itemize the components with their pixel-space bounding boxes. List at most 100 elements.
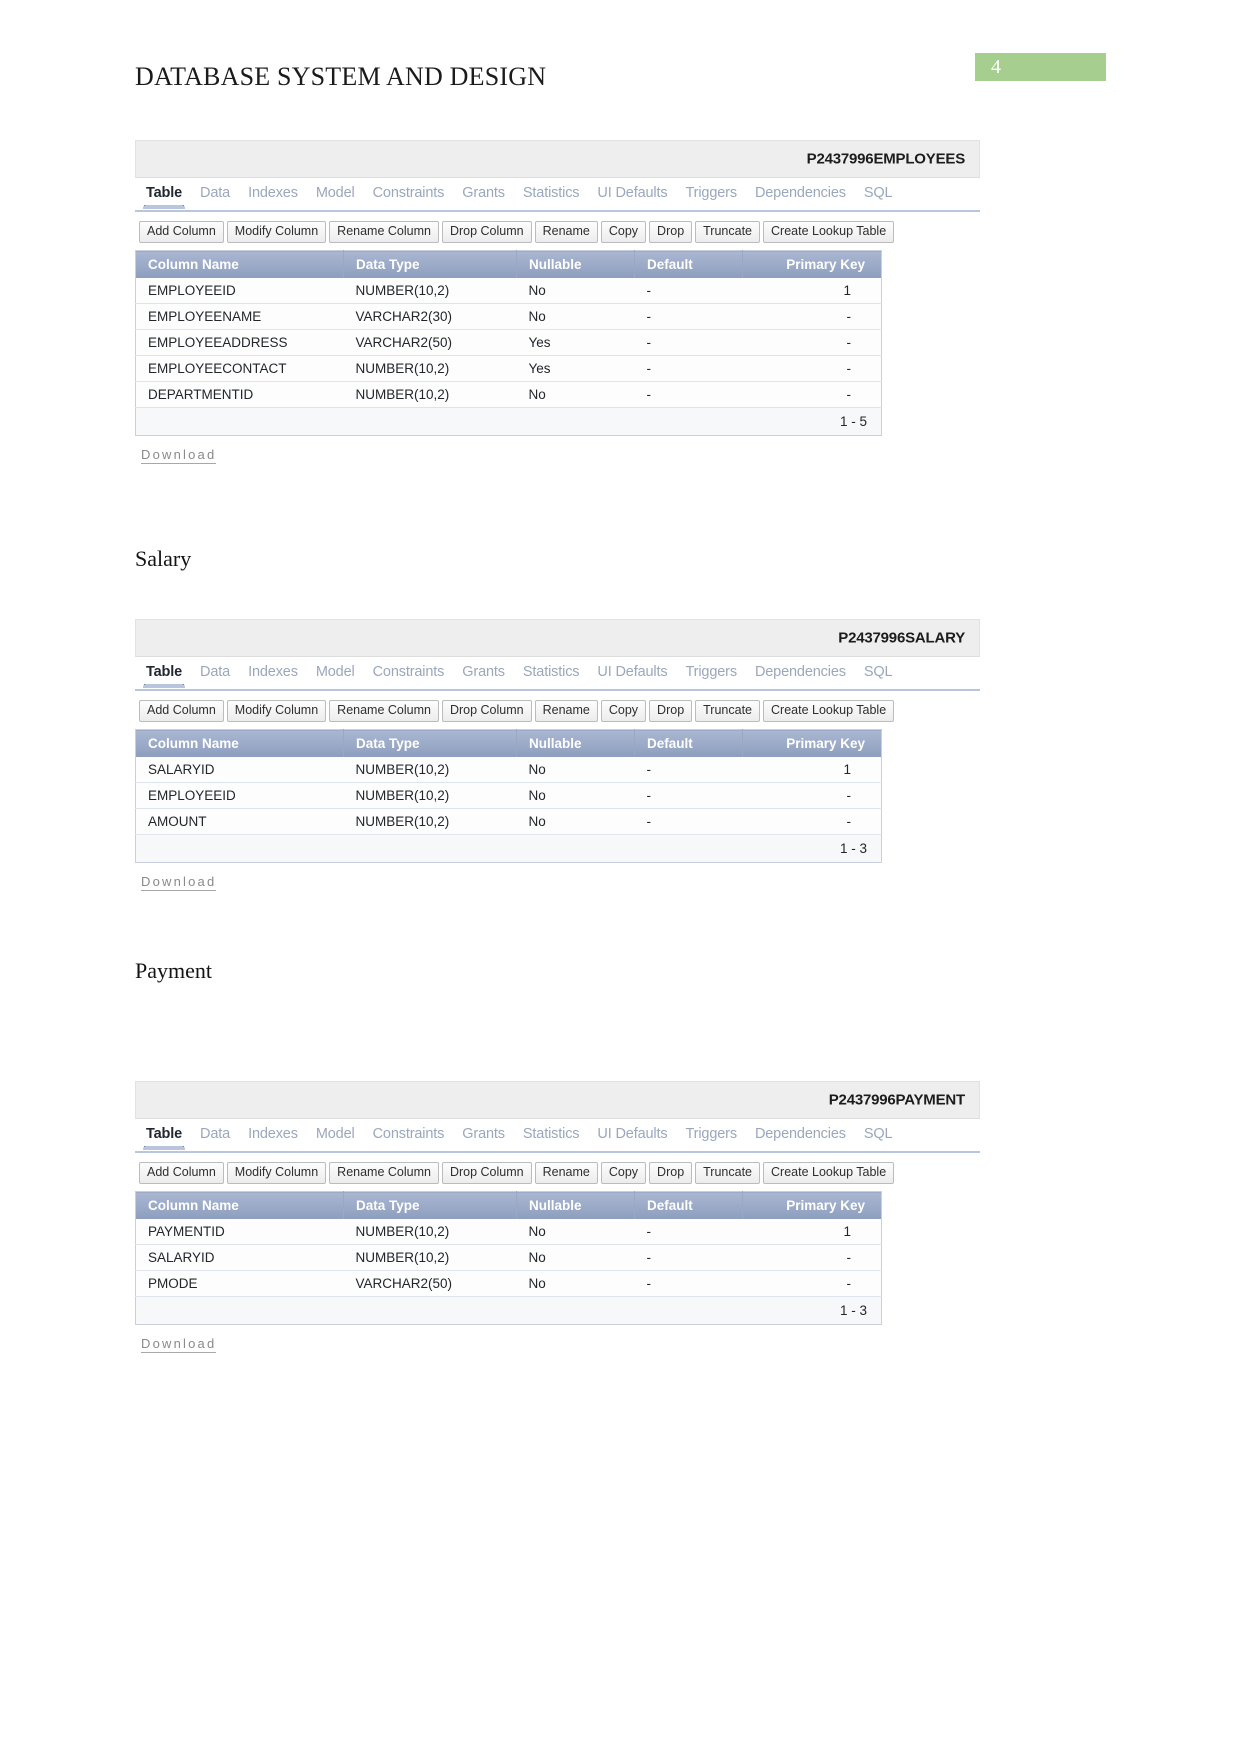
table-row[interactable]: EMPLOYEECONTACT NUMBER(10,2) Yes - - bbox=[135, 355, 882, 382]
tab-constraints[interactable]: Constraints bbox=[364, 178, 454, 207]
tab-data[interactable]: Data bbox=[191, 178, 239, 207]
download-link[interactable]: Download bbox=[141, 447, 217, 464]
drop-column-button[interactable]: Drop Column bbox=[441, 700, 532, 722]
tab-ui-defaults[interactable]: UI Defaults bbox=[588, 178, 676, 207]
column-header-default[interactable]: Default bbox=[634, 250, 743, 278]
column-header-nullable[interactable]: Nullable bbox=[516, 729, 635, 757]
table-row[interactable]: SALARYID NUMBER(10,2) No - - bbox=[135, 1244, 882, 1271]
column-header-nullable[interactable]: Nullable bbox=[516, 1191, 635, 1219]
drop-button[interactable]: Drop bbox=[649, 700, 693, 722]
tab-sql[interactable]: SQL bbox=[855, 657, 902, 686]
drop-column-button[interactable]: Drop Column bbox=[441, 1162, 532, 1184]
add-column-button[interactable]: Add Column bbox=[139, 221, 224, 243]
truncate-button[interactable]: Truncate bbox=[695, 700, 761, 722]
tab-table[interactable]: Table bbox=[137, 1119, 191, 1150]
truncate-button[interactable]: Truncate bbox=[695, 221, 761, 243]
column-header-primary-key[interactable]: Primary Key bbox=[742, 1191, 882, 1219]
tab-data[interactable]: Data bbox=[191, 1119, 239, 1148]
tab-model[interactable]: Model bbox=[307, 657, 364, 686]
tab-table[interactable]: Table bbox=[137, 178, 191, 209]
drop-column-button[interactable]: Drop Column bbox=[441, 221, 532, 243]
create-lookup-table-button[interactable]: Create Lookup Table bbox=[763, 700, 895, 722]
tab-triggers[interactable]: Triggers bbox=[676, 1119, 745, 1148]
tab-statistics[interactable]: Statistics bbox=[514, 1119, 589, 1148]
column-header-data-type[interactable]: Data Type bbox=[343, 250, 517, 278]
column-header-primary-key[interactable]: Primary Key bbox=[742, 250, 882, 278]
tab-triggers[interactable]: Triggers bbox=[676, 657, 745, 686]
table-row[interactable]: PAYMENTID NUMBER(10,2) No -1 bbox=[135, 1219, 882, 1245]
table-row[interactable]: EMPLOYEENAME VARCHAR2(30) No - - bbox=[135, 303, 882, 330]
tab-dependencies[interactable]: Dependencies bbox=[746, 178, 855, 207]
table-panel-salary: P2437996SALARY Table Data Indexes Model Const… bbox=[135, 619, 980, 891]
cell-nullable: No bbox=[516, 757, 635, 783]
row-range-label: 1 - 3 bbox=[135, 1296, 882, 1325]
modify-column-button[interactable]: Modify Column bbox=[226, 700, 327, 722]
truncate-button[interactable]: Truncate bbox=[695, 1162, 761, 1184]
modify-column-button[interactable]: Modify Column bbox=[226, 1162, 327, 1184]
tab-statistics[interactable]: Statistics bbox=[514, 657, 589, 686]
column-header-column-name[interactable]: Column Name bbox=[135, 250, 344, 278]
add-column-button[interactable]: Add Column bbox=[139, 700, 224, 722]
tab-constraints[interactable]: Constraints bbox=[364, 657, 454, 686]
tab-indexes[interactable]: Indexes bbox=[239, 178, 307, 207]
table-row[interactable]: DEPARTMENTID NUMBER(10,2) No - - bbox=[135, 381, 882, 408]
column-header-primary-key[interactable]: Primary Key bbox=[742, 729, 882, 757]
drop-button[interactable]: Drop bbox=[649, 221, 693, 243]
column-header-nullable[interactable]: Nullable bbox=[516, 250, 635, 278]
tab-ui-defaults[interactable]: UI Defaults bbox=[588, 657, 676, 686]
tab-grants[interactable]: Grants bbox=[453, 657, 514, 686]
modify-column-button[interactable]: Modify Column bbox=[226, 221, 327, 243]
download-link[interactable]: Download bbox=[141, 874, 217, 891]
cell-nullable: No bbox=[516, 782, 635, 809]
tab-dependencies[interactable]: Dependencies bbox=[746, 1119, 855, 1148]
table-row[interactable]: AMOUNT NUMBER(10,2) No - - bbox=[135, 808, 882, 835]
table-row[interactable]: EMPLOYEEADDRESS VARCHAR2(50) Yes - - bbox=[135, 329, 882, 356]
rename-column-button[interactable]: Rename Column bbox=[329, 1162, 439, 1184]
tab-dependencies[interactable]: Dependencies bbox=[746, 657, 855, 686]
tab-triggers[interactable]: Triggers bbox=[676, 178, 745, 207]
cell-primary-key: - bbox=[742, 782, 882, 809]
copy-button[interactable]: Copy bbox=[600, 700, 647, 722]
copy-button[interactable]: Copy bbox=[600, 221, 647, 243]
create-lookup-table-button[interactable]: Create Lookup Table bbox=[763, 1162, 895, 1184]
rename-button[interactable]: Rename bbox=[534, 700, 598, 722]
cell-column-name: EMPLOYEEADDRESS bbox=[135, 329, 344, 356]
tab-sql[interactable]: SQL bbox=[855, 1119, 902, 1148]
tab-sql[interactable]: SQL bbox=[855, 178, 902, 207]
tab-strip: Table Data Indexes Model Constraints Grants St… bbox=[135, 657, 980, 691]
table-row[interactable]: SALARYID NUMBER(10,2) No -1 bbox=[135, 757, 882, 783]
tab-indexes[interactable]: Indexes bbox=[239, 657, 307, 686]
table-row[interactable]: PMODE VARCHAR2(50) No - - bbox=[135, 1270, 882, 1297]
rename-button[interactable]: Rename bbox=[534, 221, 598, 243]
add-column-button[interactable]: Add Column bbox=[139, 1162, 224, 1184]
column-header-data-type[interactable]: Data Type bbox=[343, 729, 517, 757]
tab-data[interactable]: Data bbox=[191, 657, 239, 686]
column-header-default[interactable]: Default bbox=[634, 1191, 743, 1219]
tab-model[interactable]: Model bbox=[307, 1119, 364, 1148]
column-header-column-name[interactable]: Column Name bbox=[135, 729, 344, 757]
tab-ui-defaults[interactable]: UI Defaults bbox=[588, 1119, 676, 1148]
column-header-column-name[interactable]: Column Name bbox=[135, 1191, 344, 1219]
tab-grants[interactable]: Grants bbox=[453, 1119, 514, 1148]
tab-table[interactable]: Table bbox=[137, 657, 191, 688]
cell-nullable: No bbox=[516, 808, 635, 835]
table-row[interactable]: EMPLOYEEID NUMBER(10,2) No -1 bbox=[135, 278, 882, 304]
tab-constraints[interactable]: Constraints bbox=[364, 1119, 454, 1148]
column-header-data-type[interactable]: Data Type bbox=[343, 1191, 517, 1219]
table-panel-employees: P2437996EMPLOYEES Table Data Indexes Model Co… bbox=[135, 140, 980, 464]
tab-model[interactable]: Model bbox=[307, 178, 364, 207]
rename-column-button[interactable]: Rename Column bbox=[329, 221, 439, 243]
copy-button[interactable]: Copy bbox=[600, 1162, 647, 1184]
download-link[interactable]: Download bbox=[141, 1336, 217, 1353]
rename-column-button[interactable]: Rename Column bbox=[329, 700, 439, 722]
tab-indexes[interactable]: Indexes bbox=[239, 1119, 307, 1148]
cell-data-type: NUMBER(10,2) bbox=[343, 278, 517, 304]
table-row[interactable]: EMPLOYEEID NUMBER(10,2) No - - bbox=[135, 782, 882, 809]
rename-button[interactable]: Rename bbox=[534, 1162, 598, 1184]
drop-button[interactable]: Drop bbox=[649, 1162, 693, 1184]
tab-statistics[interactable]: Statistics bbox=[514, 178, 589, 207]
column-header-default[interactable]: Default bbox=[634, 729, 743, 757]
create-lookup-table-button[interactable]: Create Lookup Table bbox=[763, 221, 895, 243]
cell-data-type: NUMBER(10,2) bbox=[343, 757, 517, 783]
tab-grants[interactable]: Grants bbox=[453, 178, 514, 207]
